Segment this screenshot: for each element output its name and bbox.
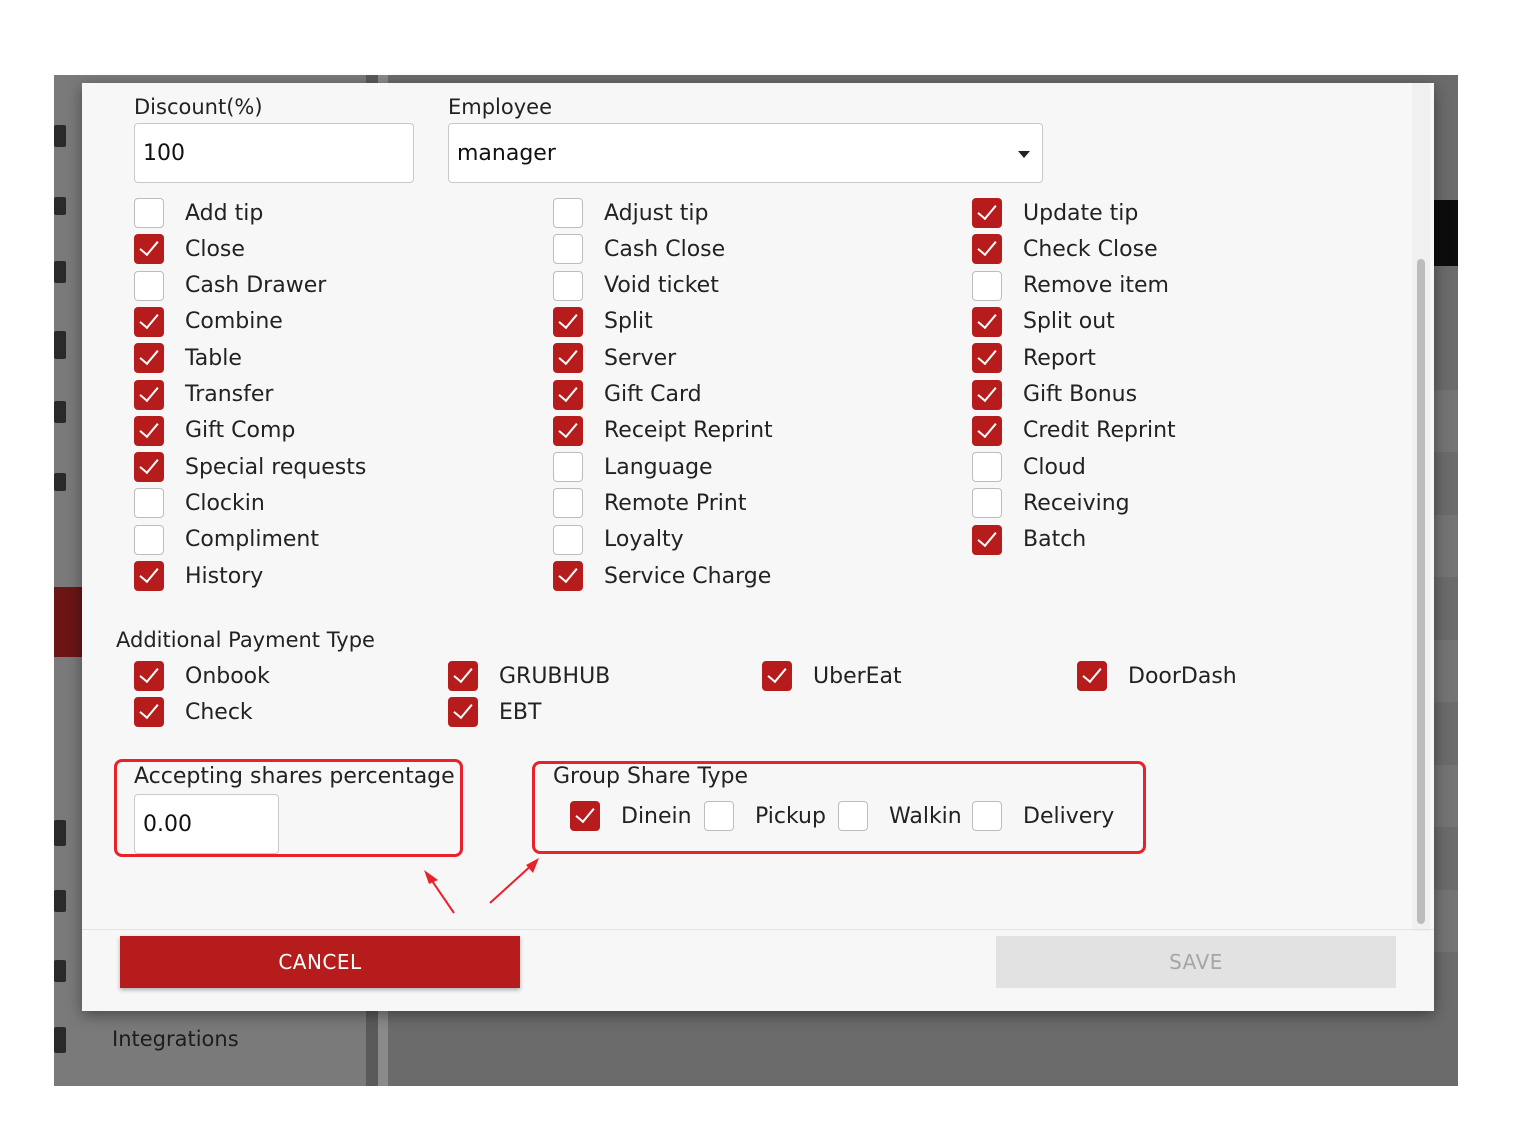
sidebar-icon[interactable]	[54, 197, 66, 215]
footer-divider	[82, 929, 1434, 930]
sidebar-icon[interactable]	[54, 890, 66, 912]
annotation-arrows	[424, 858, 539, 914]
arrow-line-right	[489, 862, 535, 904]
sidebar-icon[interactable]	[54, 401, 66, 423]
permissions-dialog: Discount(%) 100 Employee manager Add tip…	[82, 83, 1434, 1011]
arrow-head-right	[526, 858, 539, 873]
sidebar-icon[interactable]	[54, 960, 66, 982]
arrow-head-left	[424, 870, 438, 884]
background-rows	[1433, 200, 1458, 1086]
save-button[interactable]: SAVE	[996, 936, 1396, 988]
cancel-button[interactable]: CANCEL	[120, 936, 520, 988]
sidebar-icon[interactable]	[54, 331, 66, 359]
sidebar-icon[interactable]	[54, 473, 66, 491]
sidebar-icon[interactable]	[54, 261, 66, 283]
sidebar-icon[interactable]	[54, 125, 66, 147]
sidebar-item-integrations[interactable]: Integrations	[112, 1027, 239, 1051]
sidebar-icon[interactable]	[54, 1027, 66, 1053]
sidebar-icon[interactable]	[54, 820, 66, 846]
